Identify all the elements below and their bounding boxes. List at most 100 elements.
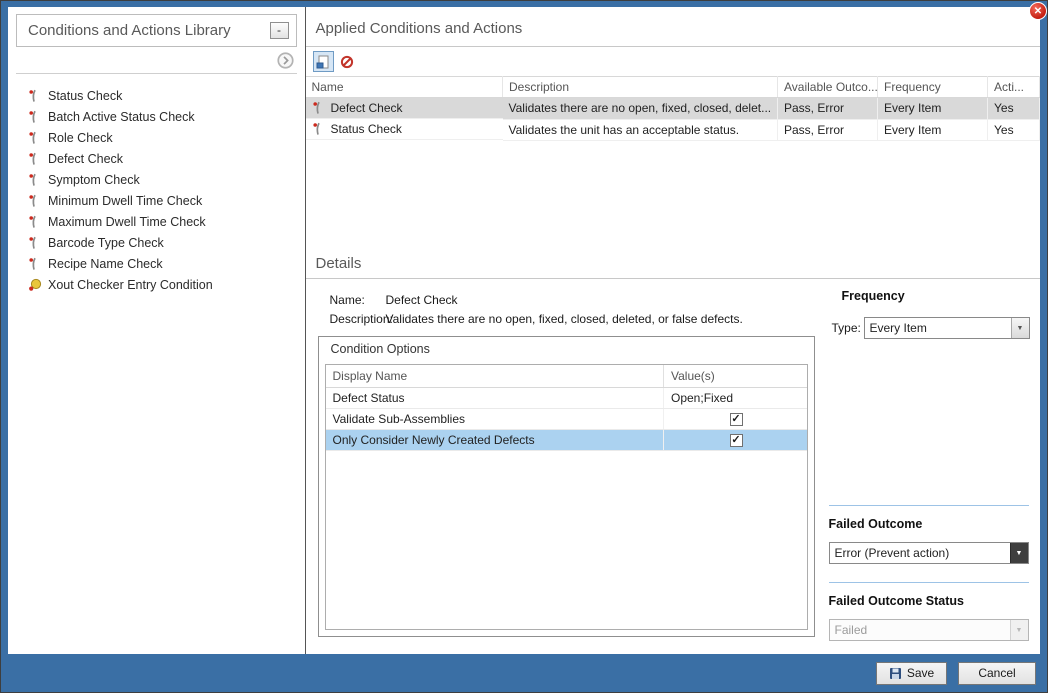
entry-condition-icon <box>28 278 42 292</box>
option-display-name: Only Consider Newly Created Defects <box>326 429 664 450</box>
library-item-label: Recipe Name Check <box>48 257 163 271</box>
condition-icon <box>28 89 42 103</box>
name-value: Defect Check <box>386 293 458 307</box>
condition-icon <box>28 257 42 271</box>
condition-options-groupbox: Condition Options Display NameValue(s) D… <box>318 336 815 637</box>
detail-description-row: Description: Validates there are no open… <box>330 312 743 326</box>
apply-forward-button[interactable] <box>277 52 294 69</box>
library-item-label: Batch Active Status Check <box>48 110 195 124</box>
applied-cell-description: Validates the unit has an acceptable sta… <box>503 119 778 140</box>
collapse-button[interactable]: - <box>270 22 289 39</box>
applied-cell-name: Defect Check <box>306 98 503 119</box>
library-item-recipe-name-check[interactable]: Recipe Name Check <box>28 253 305 274</box>
applied-table: NameDescriptionAvailable Outco...Frequen… <box>306 76 1041 247</box>
library-item-symptom-check[interactable]: Symptom Check <box>28 169 305 190</box>
library-item-status-check[interactable]: Status Check <box>28 85 305 106</box>
option-value: ✓ <box>664 429 808 450</box>
condition-icon <box>312 122 326 136</box>
forward-arrow-icon <box>277 52 294 69</box>
condition-icon <box>28 194 42 208</box>
condition-icon <box>28 152 42 166</box>
cancel-button[interactable]: Cancel <box>958 662 1036 685</box>
separator <box>829 505 1029 506</box>
description-value: Validates there are no open, fixed, clos… <box>386 312 743 326</box>
condition-icon <box>28 173 42 187</box>
failed-outcome-title: Failed Outcome <box>829 517 923 531</box>
close-icon: ✕ <box>1034 6 1042 17</box>
library-item-maximum-dwell-time-check[interactable]: Maximum Dwell Time Check <box>28 211 305 232</box>
applied-rows: Defect Check Validates there are no open,… <box>306 98 1040 141</box>
applied-row-defect-check[interactable]: Defect Check Validates there are no open,… <box>306 98 1040 120</box>
condition-icon <box>312 101 326 115</box>
close-button[interactable]: ✕ <box>1029 2 1047 20</box>
condition-option-only-consider-newly-created-defects[interactable]: Only Consider Newly Created Defects ✓ <box>326 429 808 450</box>
applied-cell-available-outcomes: Pass, Error <box>778 98 878 120</box>
applied-column-header[interactable]: Acti... <box>988 77 1040 98</box>
remove-condition-button[interactable] <box>337 51 358 72</box>
option-value: ✓ <box>664 408 808 429</box>
description-label: Description: <box>330 312 386 326</box>
condition-option-validate-sub-assemblies[interactable]: Validate Sub-Assemblies ✓ <box>326 408 808 429</box>
library-item-xout-checker-entry-condition[interactable]: Xout Checker Entry Condition <box>28 274 305 295</box>
save-icon <box>889 667 902 680</box>
chevron-down-icon[interactable]: ▼ <box>1010 543 1028 563</box>
options-rows: Defect StatusOpen;FixedValidate Sub-Asse… <box>326 387 808 450</box>
save-button-label: Save <box>907 666 934 680</box>
library-title: Conditions and Actions Library <box>28 22 231 39</box>
option-display-name: Validate Sub-Assemblies <box>326 408 664 429</box>
applied-row-status-check[interactable]: Status Check Validates the unit has an ac… <box>306 119 1040 140</box>
edit-condition-icon <box>316 55 330 69</box>
library-item-batch-active-status-check[interactable]: Batch Active Status Check <box>28 106 305 127</box>
applied-row-name: Status Check <box>331 122 402 136</box>
checkbox-checked[interactable]: ✓ <box>730 434 743 447</box>
checkbox-checked[interactable]: ✓ <box>730 413 743 426</box>
condition-option-defect-status[interactable]: Defect StatusOpen;Fixed <box>326 387 808 408</box>
chevron-down-icon: ▼ <box>1010 620 1028 640</box>
condition-options-table: Display NameValue(s) Defect StatusOpen;F… <box>325 364 808 630</box>
library-item-label: Symptom Check <box>48 173 140 187</box>
applied-cell-frequency: Every Item <box>878 119 988 140</box>
library-toolbar <box>16 47 297 74</box>
library-item-label: Status Check <box>48 89 122 103</box>
applied-panel: Applied Conditions and Actions <box>306 7 1041 654</box>
library-item-defect-check[interactable]: Defect Check <box>28 148 305 169</box>
applied-cell-active: Yes <box>988 119 1040 140</box>
details-body: Name: Defect Check Description: Validate… <box>306 279 1041 654</box>
cancel-button-label: Cancel <box>978 666 1015 680</box>
condition-options-title: Condition Options <box>319 337 814 362</box>
chevron-down-icon[interactable]: ▼ <box>1011 318 1029 338</box>
applied-row-name: Defect Check <box>331 101 403 115</box>
applied-column-header[interactable]: Description <box>503 77 778 98</box>
frequency-type-dropdown[interactable]: Every Item ▼ <box>864 317 1030 339</box>
frequency-type-label: Type: <box>832 321 861 335</box>
library-header: Conditions and Actions Library - <box>16 14 297 47</box>
failed-outcome-status-title: Failed Outcome Status <box>829 594 964 608</box>
library-item-role-check[interactable]: Role Check <box>28 127 305 148</box>
save-button[interactable]: Save <box>876 662 947 685</box>
dialog-footer: Save Cancel <box>1 654 1047 692</box>
name-label: Name: <box>330 293 386 307</box>
applied-title: Applied Conditions and Actions <box>306 7 1041 47</box>
frequency-title: Frequency <box>842 289 905 303</box>
applied-column-header[interactable]: Name <box>306 77 503 98</box>
applied-cell-description: Validates there are no open, fixed, clos… <box>503 98 778 120</box>
edit-condition-button[interactable] <box>313 51 334 72</box>
library-item-barcode-type-check[interactable]: Barcode Type Check <box>28 232 305 253</box>
minus-icon: - <box>277 23 281 37</box>
dialog-content: Conditions and Actions Library - Status … <box>8 7 1040 654</box>
applied-column-header[interactable]: Available Outco... <box>778 77 878 98</box>
failed-outcome-dropdown[interactable]: Error (Prevent action) ▼ <box>829 542 1029 564</box>
options-header-row: Display NameValue(s) <box>326 365 808 387</box>
condition-icon <box>28 131 42 145</box>
applied-toolbar <box>306 47 1041 76</box>
library-item-label: Minimum Dwell Time Check <box>48 194 202 208</box>
condition-icon <box>28 110 42 124</box>
library-item-minimum-dwell-time-check[interactable]: Minimum Dwell Time Check <box>28 190 305 211</box>
applied-cell-name: Status Check <box>306 119 503 140</box>
options-column-header: Value(s) <box>664 365 808 387</box>
failed-outcome-value: Error (Prevent action) <box>830 543 1010 563</box>
applied-header-row: NameDescriptionAvailable Outco...Frequen… <box>306 77 1040 98</box>
applied-column-header[interactable]: Frequency <box>878 77 988 98</box>
library-item-label: Barcode Type Check <box>48 236 164 250</box>
condition-icon <box>28 236 42 250</box>
